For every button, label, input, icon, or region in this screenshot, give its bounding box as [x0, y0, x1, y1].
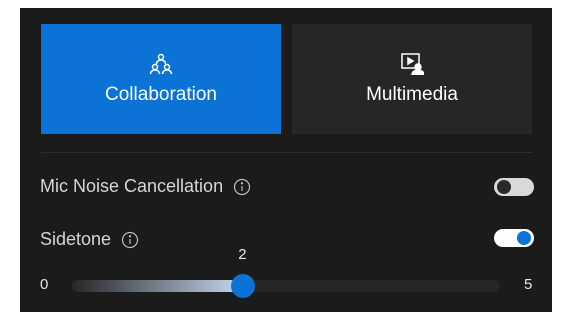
section-divider	[41, 152, 532, 153]
sidetone-slider-max-label: 5	[524, 276, 533, 293]
collaboration-mode-label: Collaboration	[105, 84, 217, 105]
toggle-knob	[517, 231, 531, 245]
mic-noise-cancellation-toggle[interactable]	[494, 178, 534, 196]
sidetone-label: Sidetone	[40, 229, 112, 249]
sidetone-slider-thumb[interactable]	[231, 274, 256, 298]
collaboration-mode-card[interactable]: Collaboration	[41, 24, 281, 134]
sidetone-slider-min-label: 0	[40, 276, 49, 293]
audio-settings-panel: Collaboration Multimedia Mic Noise Cance…	[20, 8, 552, 312]
sidetone-slider-track[interactable]	[72, 280, 500, 292]
info-icon[interactable]	[121, 231, 139, 249]
toggle-knob	[497, 180, 511, 194]
multimedia-mode-label: Multimedia	[366, 84, 458, 105]
mic-noise-cancellation-row: Mic Noise Cancellation	[40, 176, 251, 197]
sidetone-slider-fill	[72, 280, 244, 292]
info-icon[interactable]	[233, 178, 251, 196]
sidetone-toggle[interactable]	[494, 229, 534, 247]
multimedia-mode-card[interactable]: Multimedia	[292, 24, 532, 134]
people-group-icon	[149, 53, 173, 75]
mic-noise-cancellation-label: Mic Noise Cancellation	[40, 176, 224, 196]
media-presenter-icon	[401, 53, 424, 76]
sidetone-row: Sidetone	[40, 229, 139, 250]
sidetone-slider-value: 2	[238, 246, 247, 263]
